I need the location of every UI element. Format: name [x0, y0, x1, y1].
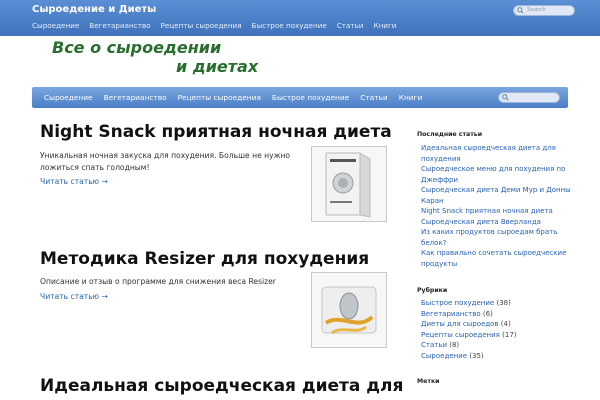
recent-posts-list: Идеальная сыроедческая диета для похуден…	[421, 143, 571, 269]
post-thumbnail[interactable]	[311, 272, 387, 348]
main-search-input[interactable]	[498, 92, 560, 103]
post-title[interactable]: Методика Resizer для похудения	[40, 249, 369, 269]
top-nav-item-recipes[interactable]: Рецепты сыроедения	[161, 21, 242, 30]
main-nav: Сыроедение Вегетарианство Рецепты сыроед…	[32, 87, 568, 108]
rubric-link[interactable]: Диеты для сыроедов	[421, 320, 499, 328]
top-nav-item-raw-food[interactable]: Сыроедение	[32, 21, 79, 30]
logo-line-1[interactable]: Все о сыроедении	[52, 38, 221, 57]
rubrics-heading: Рубрики	[417, 287, 448, 294]
top-search-placeholder: Search	[527, 7, 546, 13]
post-title[interactable]: Идеальная сыроедческая диета для	[40, 376, 403, 396]
rubric-link[interactable]: Быстрое похудение	[421, 299, 494, 307]
rubric-item: Рецепты сыроедения (17)	[421, 330, 571, 341]
top-search-input[interactable]: Search	[513, 5, 575, 16]
recent-post-link[interactable]: Как правильно сочетать сыроедческие прод…	[421, 248, 571, 269]
search-icon	[517, 7, 524, 14]
recent-post-link[interactable]: Сыроедческая диета Вверланда	[421, 217, 571, 228]
rubrics-list: Быстрое похудение (38) Вегетарианство (6…	[421, 298, 571, 361]
main-nav-item-books[interactable]: Книги	[399, 93, 423, 102]
rubric-link[interactable]: Вегетарианство	[421, 310, 481, 318]
logo-line-2[interactable]: и диетах	[176, 57, 258, 76]
product-box-image	[325, 152, 371, 218]
recent-post-link[interactable]: Сыроедческая диета Деми Мур и Донны Кара…	[421, 185, 571, 206]
main-nav-item-weight-loss[interactable]: Быстрое похудение	[272, 93, 349, 102]
top-nav-item-vegetarian[interactable]: Вегетарианство	[89, 21, 150, 30]
rubric-item: Сыроедение (35)	[421, 351, 571, 362]
recent-post-link[interactable]: Night Snack приятная ночная диета	[421, 206, 571, 217]
main-nav-item-recipes[interactable]: Рецепты сыроедения	[178, 93, 261, 102]
rubric-link[interactable]: Сыроедение	[421, 352, 467, 360]
rubric-item: Быстрое похудение (38)	[421, 298, 571, 309]
rubric-count: (17)	[502, 330, 517, 339]
rubric-link[interactable]: Рецепты сыроедения	[421, 331, 500, 339]
rubric-count: (35)	[469, 351, 484, 360]
rubric-item: Статьи (8)	[421, 340, 571, 351]
main-nav-item-raw-food[interactable]: Сыроедение	[44, 93, 93, 102]
main-nav-item-articles[interactable]: Статьи	[360, 93, 387, 102]
rubric-link[interactable]: Статьи	[421, 341, 447, 349]
recent-post-link[interactable]: Сыроедческое меню для похудения по Джефф…	[421, 164, 571, 185]
post-title[interactable]: Night Snack приятная ночная диета	[40, 122, 392, 142]
tags-heading: Метки	[417, 378, 440, 385]
read-more-link[interactable]: Читать статью →	[40, 177, 108, 186]
post-excerpt: Описание и отзыв о программе для снижени…	[40, 277, 276, 286]
recent-post-link[interactable]: Из каких продуктов сыроедам брать белок?	[421, 227, 571, 248]
rubric-count: (8)	[449, 341, 460, 349]
main-nav-item-vegetarian[interactable]: Вегетарианство	[104, 93, 167, 102]
rubric-count: (38)	[496, 299, 511, 307]
top-nav-item-weight-loss[interactable]: Быстрое похудение	[252, 21, 327, 30]
rubric-item: Диеты для сыроедов (4)	[421, 319, 571, 330]
rubric-item: Вегетарианство (6)	[421, 309, 571, 320]
scale-tape-image	[321, 286, 377, 335]
recent-post-link[interactable]: Идеальная сыроедческая диета для похуден…	[421, 143, 571, 164]
site-title[interactable]: Сыроедение и Диеты	[32, 4, 156, 15]
top-nav: Сыроедение Вегетарианство Рецепты сыроед…	[32, 21, 396, 30]
post-excerpt: Уникальная ночная закуска для похудения.…	[40, 151, 291, 172]
rubric-count: (4)	[500, 320, 511, 328]
top-nav-item-books[interactable]: Книги	[373, 21, 396, 30]
rubric-count: (6)	[482, 309, 493, 318]
post-thumbnail[interactable]	[311, 146, 387, 222]
top-nav-item-articles[interactable]: Статьи	[337, 21, 364, 30]
top-bar: Сыроедение и Диеты Сыроедение Вегетариан…	[0, 0, 600, 36]
search-icon	[502, 94, 509, 101]
read-more-link[interactable]: Читать статью →	[40, 292, 108, 301]
recent-posts-heading: Последние статьи	[417, 131, 483, 138]
